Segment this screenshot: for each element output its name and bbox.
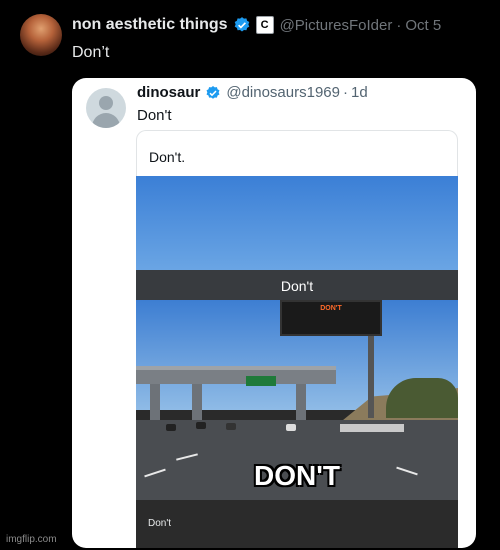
sky-panel (136, 176, 458, 270)
quoted-author-name[interactable]: dinosaur (137, 84, 200, 101)
nested-quote-text: Don't. (149, 149, 186, 165)
highway-scene: DON'T DON'T (136, 300, 458, 500)
caption-big: DON'T (254, 460, 340, 491)
quoted-tweet-header: dinosaur @dinosaurs1969 · 1d (137, 84, 368, 101)
separator-dot: · (396, 16, 402, 34)
meme-image[interactable]: Don't DON'T DON'T Don't (136, 176, 458, 548)
nested-quote-box[interactable]: Don't. (136, 130, 458, 181)
author-name[interactable]: non aesthetic things (72, 16, 228, 34)
billboard: DON'T (280, 300, 382, 336)
author-handle[interactable]: @PicturesFoIder (280, 17, 393, 34)
watermark: imgflip.com (6, 534, 57, 545)
billboard-text: DON'T (320, 305, 342, 312)
caption-banner: Don't (136, 270, 458, 300)
caption-bottom-bar: Don't (136, 500, 458, 548)
profile-avatar[interactable] (20, 14, 62, 56)
quoted-tweet-card[interactable]: dinosaur @dinosaurs1969 · 1d Don't Don't… (72, 78, 476, 548)
tweet-date[interactable]: Oct 5 (405, 17, 441, 34)
tweet-text: Don’t (72, 44, 110, 61)
default-avatar-icon[interactable] (86, 88, 126, 128)
caption-top: Don't (280, 278, 314, 294)
quoted-author-handle[interactable]: @dinosaurs1969 (226, 84, 340, 101)
separator-dot: · (342, 84, 348, 101)
highway-sign (246, 376, 276, 386)
tweet-header: non aesthetic things C @PicturesFoIder ·… (72, 14, 441, 36)
verified-badge-icon (234, 17, 249, 32)
caption-bottom: Don't (148, 518, 172, 529)
affiliation-badge: C (255, 16, 274, 34)
quoted-tweet-date[interactable]: 1d (351, 84, 368, 101)
quoted-tweet-text: Don't (137, 107, 172, 124)
verified-badge-icon (206, 85, 220, 99)
